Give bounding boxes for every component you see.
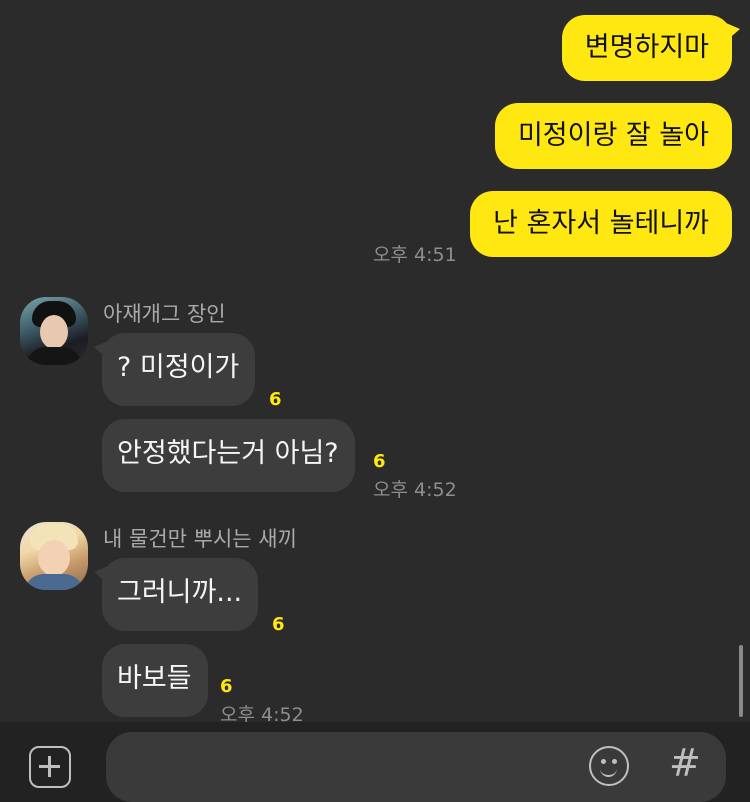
sender-avatar[interactable] [20, 297, 88, 365]
avatar-body-shape [26, 347, 82, 365]
message-text: 변명하지마 [584, 32, 709, 63]
unread-count: 6 [373, 451, 386, 472]
sender-avatar[interactable] [20, 522, 88, 590]
avatar-face-shape [40, 315, 68, 349]
sender-name: 내 물건만 뿌시는 새끼 [103, 527, 297, 551]
outgoing-message-bubble[interactable]: 미정이랑 잘 놀아 [494, 103, 732, 169]
scrollbar[interactable] [739, 645, 743, 717]
message-text: 바보들 [117, 663, 192, 694]
outgoing-message-bubble[interactable]: 난 혼자서 놀테니까 [470, 191, 732, 257]
incoming-message-bubble[interactable]: ? 미정이가 [93, 333, 256, 406]
smiley-eye-right [612, 759, 617, 764]
unread-count: 6 [220, 676, 233, 697]
chat-screen: 변명하지마 미정이랑 잘 놀아 난 혼자서 놀테니까 오후 4:51 아재개그 … [0, 0, 750, 802]
incoming-message-bubble[interactable]: 그러니까... [93, 558, 259, 631]
message-text: 미정이랑 잘 놀아 [517, 120, 709, 151]
sender-name: 아재개그 장인 [103, 302, 226, 326]
unread-count: 6 [269, 389, 282, 410]
incoming-message-bubble[interactable]: 바보들 [102, 644, 208, 717]
avatar-body-shape [24, 574, 84, 590]
message-timestamp: 오후 4:51 [373, 244, 457, 266]
outgoing-message-bubble[interactable]: 변명하지마 [561, 15, 741, 81]
message-text: ? 미정이가 [117, 352, 240, 383]
hashtag-search-button[interactable]: # [669, 740, 701, 786]
message-text: 그러니까... [117, 577, 243, 608]
avatar-face-shape [38, 540, 70, 576]
smiley-eye-left [601, 759, 606, 764]
message-input[interactable] [106, 732, 726, 802]
smiley-icon[interactable] [589, 746, 629, 786]
smiley-mouth [600, 765, 617, 777]
message-timestamp: 오후 4:52 [373, 479, 457, 501]
unread-count: 6 [272, 614, 285, 635]
plus-square-icon[interactable] [29, 746, 71, 788]
message-input-bar: # [0, 722, 750, 802]
incoming-message-bubble[interactable]: 안정했다는거 아님? [102, 419, 355, 492]
message-text: 안정했다는거 아님? [117, 438, 339, 469]
message-text: 난 혼자서 놀테니까 [493, 208, 709, 239]
